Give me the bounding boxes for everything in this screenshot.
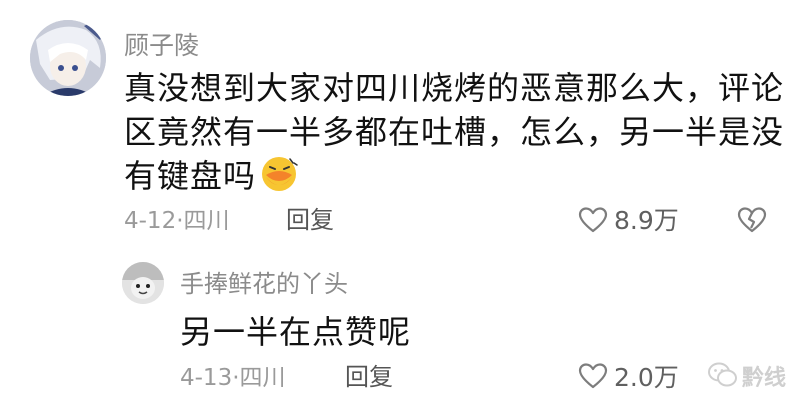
heart-outline-icon: [578, 206, 608, 234]
comment-username[interactable]: 顾子陵: [124, 32, 199, 60]
reply-text: 另一半在点赞呢: [180, 313, 412, 351]
reply-avatar[interactable]: [122, 262, 164, 304]
comment-text-line-2: 区竟然有一半多都在吐槽，怎么，另一半是没: [124, 113, 785, 151]
reply-like-button[interactable]: [578, 362, 608, 390]
reply-username[interactable]: 手捧鲜花的丫头: [180, 270, 348, 298]
comment-date-location: 4-12·四川: [124, 208, 230, 234]
wechat-logo-icon: [708, 362, 738, 388]
reply-like-count: 2.0万: [614, 363, 679, 392]
grinning-duck-emoji-icon: [260, 155, 298, 193]
reply-avatar-image: [122, 262, 164, 304]
comment-text-line-1: 真没想到大家对四川烧烤的恶意那么大，评论: [124, 69, 785, 107]
heart-outline-icon: [578, 362, 608, 390]
broken-heart-icon: [737, 206, 767, 234]
comment-text-line-3: 有键盘吗: [124, 154, 298, 198]
watermark-text: 黔线: [742, 366, 787, 391]
reply-date-location: 4-13·四川: [180, 365, 286, 391]
dislike-button[interactable]: [737, 206, 767, 234]
like-count: 8.9万: [614, 206, 679, 235]
reply-button[interactable]: 回复: [286, 207, 334, 233]
avatar-image: [30, 20, 106, 96]
comment-text-line-3-text: 有键盘吗: [124, 157, 257, 195]
reply-reply-button[interactable]: 回复: [345, 364, 393, 390]
like-button[interactable]: [578, 206, 608, 234]
avatar[interactable]: [30, 20, 106, 96]
